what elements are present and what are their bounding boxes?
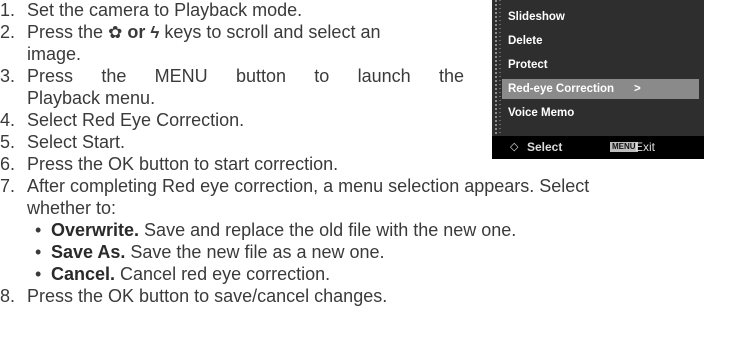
menu-footer: ◇ Select MENU Exit [492,136,704,159]
option-term: Cancel. [51,264,116,284]
step-text: Set the camera to Playback mode. [27,0,303,20]
macro-flower-icon: ✿ [108,23,123,42]
step-number: 6. [0,154,16,174]
menu-item-label: Delete [508,35,543,47]
step-word: MENU [154,66,208,86]
step-number: 3. [0,66,16,86]
option-desc: Save the new file as a new one. [125,242,385,262]
step-word: launch [357,66,411,86]
menu-item-slideshow[interactable]: Slideshow [508,7,698,27]
step-word: the [101,66,127,86]
step-word: the [438,66,464,86]
step-word: Press [27,66,74,86]
menu-item-voice-memo[interactable]: Voice Memo [508,103,698,123]
menu-key-icon: MENU [610,142,638,152]
step-text: Press the OK button to start correction. [27,154,339,174]
step-text: Press the OK button to save/cancel chang… [27,286,388,306]
menu-item-label: Slideshow [508,11,565,23]
step-text: whether to: [27,198,117,218]
flash-icon: ϟ [150,23,160,42]
select-hint: Select [527,140,563,154]
step-text: Select Red Eye Correction. [27,110,245,130]
step-text: Playback menu. [27,88,156,108]
menu-item-label: Voice Memo [508,107,575,119]
bullet: • [35,264,42,284]
step-text: Select Start. [27,132,126,152]
option-term: Save As. [51,242,126,262]
step-text-part: keys to scroll and select an [164,22,381,42]
menu-item-red-eye-correction[interactable]: Red-eye Correction > [502,79,699,99]
step-number: 8. [0,286,16,306]
step-word: button [235,66,286,86]
scroll-indicator [495,0,497,146]
camera-menu-screen: Slideshow Delete Protect Red-eye Correct… [492,0,704,159]
option-desc: Save and replace the old file with the n… [139,220,517,240]
step-text: image. [27,44,82,64]
step-word: to [314,66,330,86]
step-number: 1. [0,0,16,20]
menu-item-label: Protect [508,59,548,71]
bullet: • [35,220,42,240]
menu-item-label: Red-eye Correction [508,83,615,95]
option-term: Overwrite. [51,220,140,240]
chevron-right-icon: > [634,83,641,95]
step-number: 7. [0,176,16,196]
menu-item-delete[interactable]: Delete [508,31,698,51]
step-text: After completing Red eye correction, a m… [27,176,590,196]
step-text-part: or [127,22,146,42]
step-number: 2. [0,22,16,42]
step-number: 5. [0,132,16,152]
navigation-pad-icon: ◇ [510,141,519,153]
scroll-indicator [499,0,501,146]
bullet: • [35,242,42,262]
option-desc: Cancel red eye correction. [115,264,331,284]
exit-hint: Exit [635,140,656,154]
step-text-part: Press the [27,22,104,42]
step-number: 4. [0,110,16,130]
menu-item-protect[interactable]: Protect [508,55,698,75]
